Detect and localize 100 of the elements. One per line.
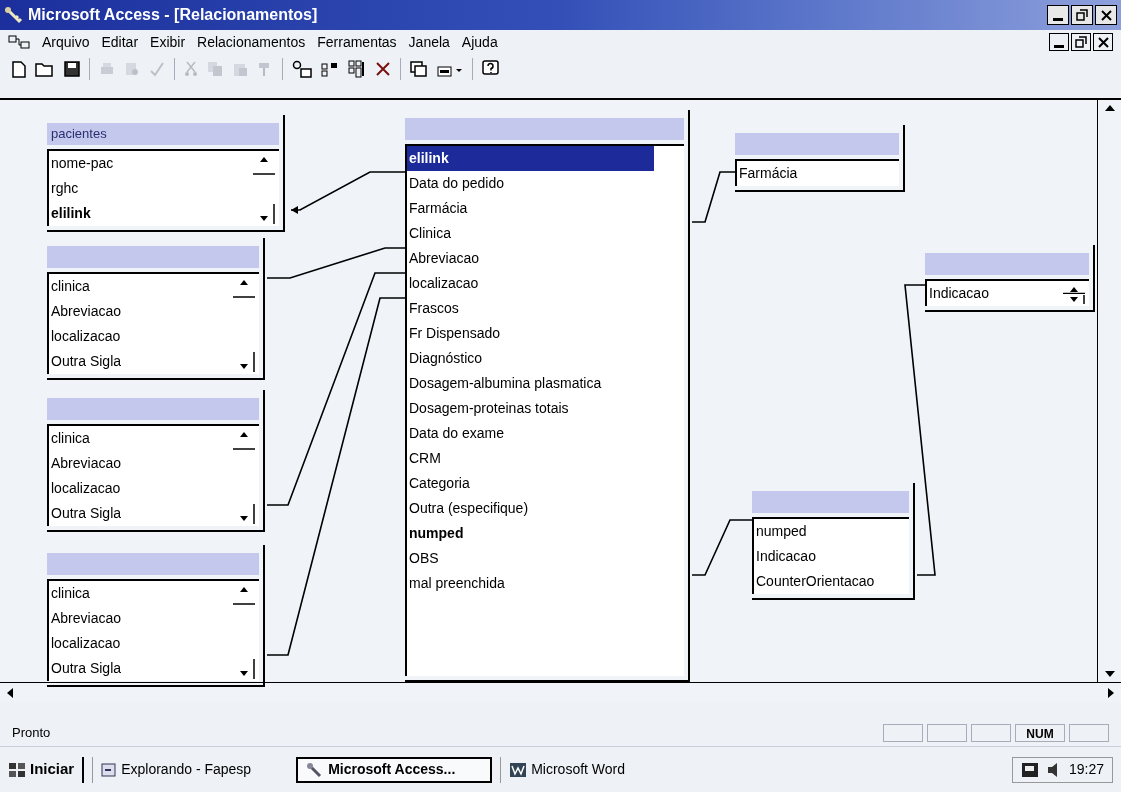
status-panel: [971, 724, 1011, 742]
field-name[interactable]: rghc: [49, 176, 249, 201]
field-name[interactable]: Abreviacao: [407, 246, 654, 271]
new-document-icon[interactable]: [12, 60, 26, 78]
field-name[interactable]: CounterOrientacao: [754, 569, 879, 594]
field-name[interactable]: Fr Dispensado: [407, 321, 654, 346]
field-name[interactable]: Categoria: [407, 471, 654, 496]
field-name[interactable]: Abreviacao: [49, 299, 229, 324]
table-window[interactable]: clinica Abreviacao localizacao Outra Sigla: [47, 545, 265, 687]
scroll-up-icon[interactable]: [253, 155, 275, 175]
show-direct-icon[interactable]: [321, 61, 339, 77]
table-window[interactable]: Indicacao: [925, 245, 1095, 312]
field-name[interactable]: Farmácia: [407, 196, 654, 221]
field-name[interactable]: Outra Sigla: [49, 656, 229, 681]
field-name[interactable]: Clinica: [407, 221, 654, 246]
taskbar-button[interactable]: Microsoft Access...: [296, 756, 493, 783]
field-name[interactable]: Indicacao: [754, 544, 879, 569]
taskbar-button[interactable]: Explorando - Fapesp: [92, 756, 289, 783]
field-name[interactable]: localizacao: [49, 324, 229, 349]
spin-control[interactable]: [1063, 285, 1085, 304]
field-name[interactable]: nome-pac: [49, 151, 249, 176]
delete-icon[interactable]: [375, 61, 391, 77]
field-name[interactable]: elilink: [407, 146, 654, 171]
scroll-up-icon[interactable]: [233, 585, 255, 605]
list-scrollbar[interactable]: [233, 585, 255, 679]
scroll-up-icon[interactable]: [233, 430, 255, 450]
relationship-line[interactable]: [266, 297, 406, 656]
field-name[interactable]: numped: [754, 519, 879, 544]
relationship-line[interactable]: [290, 171, 406, 214]
list-scrollbar[interactable]: [233, 278, 255, 372]
field-name[interactable]: localizacao: [407, 271, 654, 296]
relationship-line[interactable]: [691, 171, 736, 223]
relationship-line[interactable]: [266, 247, 406, 279]
field-list[interactable]: clinica Abreviacao localizacao Outra Sigla: [47, 272, 259, 374]
database-window-icon[interactable]: [410, 61, 428, 77]
scroll-down-icon[interactable]: [1103, 670, 1116, 678]
field-name[interactable]: Data do exame: [407, 421, 654, 446]
menu-item[interactable]: Relacionamentos: [197, 31, 306, 53]
field-name[interactable]: Outra Sigla: [49, 349, 229, 374]
menu-item[interactable]: Arquivo: [42, 31, 90, 53]
field-name[interactable]: Frascos: [407, 296, 654, 321]
help-icon[interactable]: [482, 60, 500, 78]
scroll-up-icon[interactable]: [233, 278, 255, 298]
save-icon[interactable]: [64, 61, 80, 77]
field-name[interactable]: localizacao: [49, 476, 229, 501]
taskbar-button[interactable]: Microsoft Word: [500, 756, 697, 783]
field-list[interactable]: Farmácia: [735, 159, 899, 186]
table-window[interactable]: clinica Abreviacao localizacao Outra Sigla: [47, 390, 265, 532]
open-folder-icon[interactable]: [35, 61, 55, 77]
minimize-button[interactable]: [1047, 5, 1069, 25]
start-button[interactable]: Iniciar: [8, 756, 85, 783]
list-scrollbar[interactable]: [233, 430, 255, 524]
field-name[interactable]: numped: [407, 521, 654, 546]
field-name[interactable]: Diagnóstico: [407, 346, 654, 371]
table-window[interactable]: Farmácia: [735, 125, 905, 192]
menu-item[interactable]: Ajuda: [461, 31, 498, 53]
field-name[interactable]: Dosagem-proteinas totais: [407, 396, 654, 421]
key-table-icon[interactable]: [292, 60, 312, 78]
field-list[interactable]: Indicacao: [925, 279, 1089, 306]
table-title-bar[interactable]: pacientes: [47, 123, 279, 145]
menu-item[interactable]: Exibir: [150, 31, 186, 53]
table-window[interactable]: pacientes nome-pac rghc elilink: [47, 115, 285, 232]
restore-button[interactable]: [1071, 5, 1093, 25]
scroll-up-icon[interactable]: [1063, 285, 1085, 294]
field-name[interactable]: Abreviacao: [49, 606, 229, 631]
field-name[interactable]: clinica: [49, 274, 229, 299]
minimize-button[interactable]: [1049, 33, 1069, 51]
field-name[interactable]: mal preenchida: [407, 571, 654, 596]
field-name[interactable]: elilink: [49, 201, 249, 226]
show-all-icon[interactable]: [348, 60, 366, 78]
menu-item[interactable]: Editar: [101, 31, 139, 53]
field-name[interactable]: clinica: [49, 581, 229, 606]
field-name[interactable]: Farmácia: [737, 161, 869, 186]
restore-button[interactable]: [1071, 33, 1091, 51]
field-name[interactable]: localizacao: [49, 631, 229, 656]
field-name[interactable]: Outra (especifique): [407, 496, 654, 521]
relationship-line[interactable]: [691, 519, 753, 576]
list-scrollbar[interactable]: [253, 155, 275, 224]
field-name[interactable]: CRM: [407, 446, 654, 471]
table-window[interactable]: clinica Abreviacao localizacao Outra Sigla: [47, 238, 265, 380]
menu-item[interactable]: Janela: [408, 31, 450, 53]
relationship-line[interactable]: [266, 272, 406, 506]
table-window[interactable]: numped Indicacao CounterOrientacao: [752, 483, 915, 600]
field-list[interactable]: clinica Abreviacao localizacao Outra Sigla: [47, 424, 259, 526]
close-button[interactable]: [1093, 33, 1113, 51]
field-list[interactable]: nome-pac rghc elilink: [47, 149, 279, 226]
field-name[interactable]: Dosagem-albumina plasmatica: [407, 371, 654, 396]
field-list[interactable]: clinica Abreviacao localizacao Outra Sigla: [47, 579, 259, 681]
scroll-up-icon[interactable]: [1103, 104, 1116, 112]
field-name[interactable]: Data do pedido: [407, 171, 654, 196]
scroll-left-icon[interactable]: [6, 686, 14, 699]
scroll-right-icon[interactable]: [1107, 686, 1115, 699]
menu-item[interactable]: Ferramentas: [317, 31, 397, 53]
field-name[interactable]: Abreviacao: [49, 451, 229, 476]
field-name[interactable]: OBS: [407, 546, 654, 571]
field-list[interactable]: numped Indicacao CounterOrientacao: [752, 517, 909, 594]
field-name[interactable]: Indicacao: [927, 281, 1059, 306]
field-name[interactable]: clinica: [49, 426, 229, 451]
close-button[interactable]: [1095, 5, 1117, 25]
field-name[interactable]: Outra Sigla: [49, 501, 229, 526]
